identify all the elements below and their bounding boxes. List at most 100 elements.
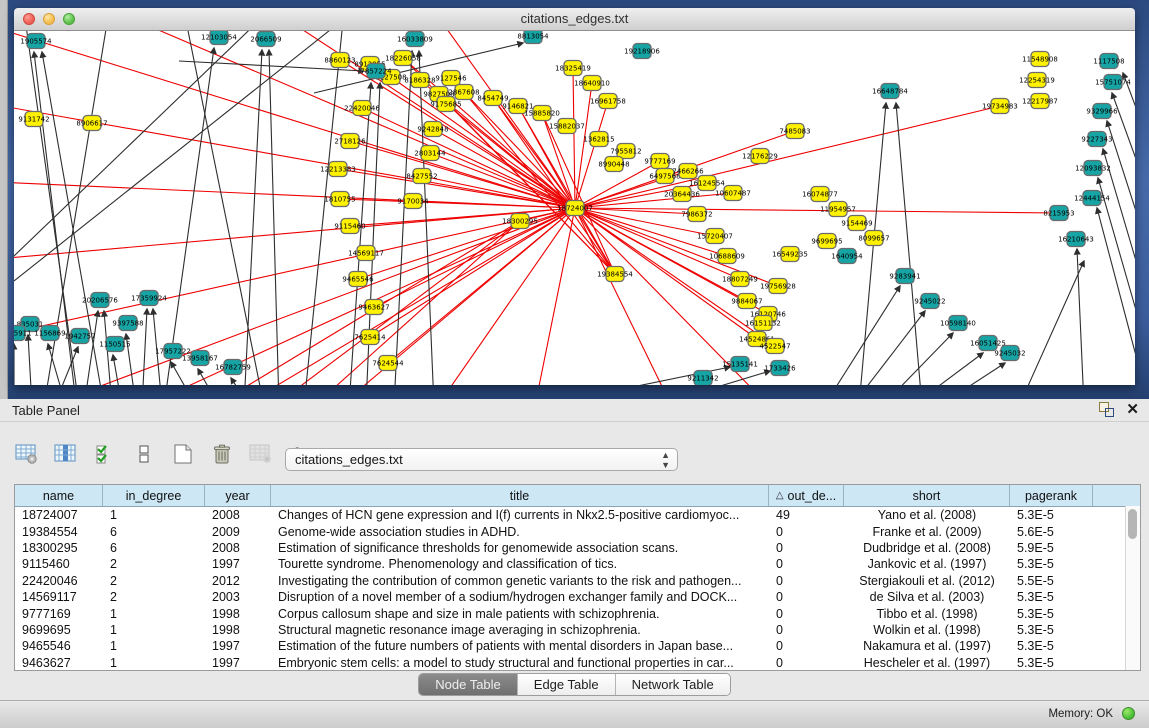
graph-node[interactable]: 1362815 — [583, 132, 614, 147]
column-header-pagerank[interactable]: pagerank — [1010, 485, 1093, 506]
table-row[interactable]: 946554611997Estimation of the future num… — [15, 638, 1140, 654]
graph-node[interactable]: 19218906 — [624, 44, 660, 59]
graph-node[interactable]: 15135141 — [722, 357, 758, 372]
select-all-columns-icon[interactable] — [92, 441, 118, 467]
column-header-name[interactable]: name — [15, 485, 103, 506]
graph-node[interactable]: 9329966 — [1086, 104, 1118, 119]
graph-node[interactable]: 9154469 — [841, 216, 872, 231]
graph-node[interactable]: 18226058 — [385, 51, 421, 66]
citation-edge-red — [14, 208, 575, 341]
graph-node[interactable]: 19384554 — [597, 267, 633, 282]
graph-node[interactable]: 11548908 — [1022, 52, 1058, 67]
graph-node[interactable]: 12093832 — [1075, 161, 1111, 176]
table-row[interactable]: 977716911998Corpus callosum shape and si… — [15, 605, 1140, 621]
graph-node[interactable]: 9699695 — [811, 234, 842, 249]
graph-node[interactable]: 20206576 — [82, 293, 118, 308]
table-row[interactable]: 969969511998Structural magnetic resonanc… — [15, 622, 1140, 638]
graph-node[interactable]: 2066509 — [250, 32, 281, 47]
float-window-icon[interactable] — [1099, 402, 1114, 417]
unselect-all-columns-icon[interactable] — [131, 441, 157, 467]
network-window[interactable]: citations_edges.txt 18724007886012389129… — [14, 8, 1135, 385]
graph-node[interactable]: 8860123 — [324, 53, 355, 68]
graph-node[interactable]: 9465546 — [342, 272, 374, 287]
graph-node[interactable]: 8813054 — [517, 31, 549, 44]
graph-node[interactable]: 15751074 — [1095, 75, 1131, 90]
graph-node[interactable]: 9884067 — [731, 294, 762, 309]
graph-node[interactable]: 2803144 — [414, 146, 446, 161]
column-header-short[interactable]: short — [844, 485, 1010, 506]
graph-node[interactable]: 7624544 — [372, 356, 404, 371]
network-canvas[interactable]: 1872400788601238912955182260589127508818… — [14, 31, 1135, 385]
graph-node[interactable]: 1117508 — [1093, 54, 1124, 69]
graph-node[interactable]: 14569117 — [348, 246, 384, 261]
graph-node[interactable]: 19734983 — [982, 99, 1018, 114]
graph-node[interactable]: 11954957 — [820, 202, 856, 217]
table-row[interactable]: 1872400712008Changes of HCN gene express… — [15, 507, 1140, 523]
graph-node[interactable]: 17359924 — [131, 291, 167, 306]
network-window-titlebar[interactable]: citations_edges.txt — [14, 8, 1135, 31]
column-header-title[interactable]: title — [271, 485, 769, 506]
graph-node[interactable]: 1733426 — [764, 361, 796, 376]
graph-node[interactable]: 16648784 — [872, 84, 908, 99]
graph-node[interactable]: 1150515 — [99, 337, 130, 352]
table-row[interactable]: 1938455462009Genome-wide association stu… — [15, 523, 1140, 539]
graph-node[interactable]: 2718126 — [334, 134, 366, 149]
delete-columns-icon[interactable] — [209, 441, 235, 467]
table-row[interactable]: 1456911722003Disruption of a novel membe… — [15, 589, 1140, 605]
graph-node[interactable]: 10607487 — [715, 186, 751, 201]
graph-node[interactable]: 16961758 — [590, 94, 626, 109]
graph-node[interactable]: 12103054 — [201, 31, 237, 45]
graph-node[interactable]: 9245022 — [914, 294, 945, 309]
graph-node[interactable]: 18640910 — [574, 76, 610, 91]
graph-node[interactable]: 15720407 — [697, 229, 733, 244]
table-select-dropdown[interactable]: citations_edges.txt ▲▼ — [285, 448, 678, 471]
graph-node[interactable]: 9227343 — [1081, 132, 1112, 147]
graph-node[interactable]: 16051425 — [970, 336, 1006, 351]
graph-node[interactable]: 9283941 — [889, 269, 920, 284]
graph-node[interactable]: 9245032 — [994, 346, 1025, 361]
graph-node[interactable]: 8906617 — [76, 116, 107, 131]
show-columns-icon[interactable] — [53, 441, 79, 467]
graph-node[interactable]: 18325419 — [555, 61, 591, 76]
tab-network-table[interactable]: Network Table — [616, 674, 730, 695]
graph-node[interactable]: 8186328 — [404, 73, 435, 88]
table-mode-icon[interactable] — [14, 441, 40, 467]
graph-node[interactable]: 7485083 — [779, 124, 810, 139]
column-header-out-de-[interactable]: △out_de... — [769, 485, 844, 506]
new-column-icon[interactable] — [170, 441, 196, 467]
graph-node[interactable]: 1640954 — [831, 249, 863, 264]
table-row[interactable]: 911546021997Tourette syndrome. Phenomeno… — [15, 556, 1140, 572]
column-header-in-degree[interactable]: in_degree — [103, 485, 205, 506]
graph-node[interactable]: 16033809 — [397, 32, 433, 47]
graph-node[interactable]: 16074877 — [802, 187, 838, 202]
graph-node[interactable]: 8099657 — [858, 231, 889, 246]
tab-edge-table[interactable]: Edge Table — [518, 674, 616, 695]
graph-node[interactable]: 10598140 — [940, 316, 976, 331]
table-scrollbar-thumb[interactable] — [1128, 509, 1137, 539]
graph-node[interactable]: 16210643 — [1058, 232, 1094, 247]
graph-node[interactable]: 22420046 — [344, 101, 380, 116]
graph-node[interactable]: 12176229 — [742, 149, 778, 164]
memory-ok-icon[interactable] — [1122, 707, 1135, 720]
graph-node[interactable]: 12254319 — [1019, 73, 1055, 88]
graph-node[interactable]: 1810755 — [324, 192, 355, 207]
table-row[interactable]: 1830029562008Estimation of significance … — [15, 540, 1140, 556]
table-row[interactable]: 946362711997Embryonic stem cells: a mode… — [15, 655, 1140, 671]
column-header-year[interactable]: year — [205, 485, 271, 506]
graph-node[interactable]: 1905574 — [20, 34, 52, 49]
graph-node[interactable]: 8215953 — [1043, 206, 1074, 221]
table-row[interactable]: 2242004622012Investigating the contribut… — [15, 573, 1140, 589]
tab-node-table[interactable]: Node Table — [419, 674, 518, 695]
graph-node[interactable]: 9397588 — [112, 316, 143, 331]
table-scrollbar[interactable] — [1125, 506, 1140, 670]
graph-node[interactable]: 15882037 — [549, 119, 585, 134]
graph-node[interactable]: 16549235 — [772, 247, 808, 262]
graph-node[interactable]: 18300295 — [502, 214, 538, 229]
graph-node[interactable]: 9127546 — [435, 71, 467, 86]
network-graph[interactable]: 1872400788601238912955182260589127508818… — [14, 31, 1135, 385]
graph-node[interactable]: 9170034 — [397, 194, 429, 209]
graph-node[interactable]: 9211342 — [687, 371, 718, 386]
close-icon[interactable]: ✕ — [1126, 402, 1139, 417]
graph-node[interactable]: 9777169 — [644, 154, 675, 169]
graph-node[interactable]: 12217987 — [1022, 94, 1058, 109]
